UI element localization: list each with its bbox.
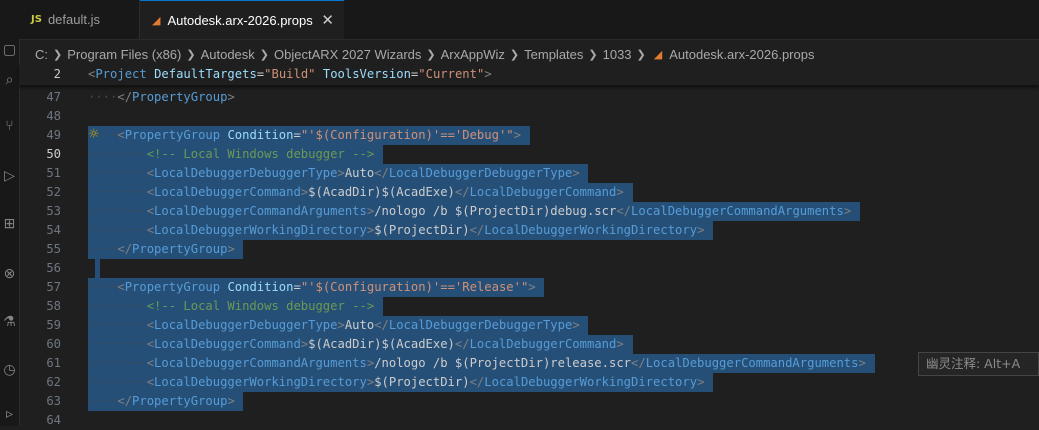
breadcrumb: C: ❯ Program Files (x86) ❯ Autodesk ❯ Objec…: [19, 43, 1039, 65]
code-line[interactable]: 57 ····<PropertyGroup Condition="'$(Confi…: [19, 278, 1039, 297]
tab-label: Autodesk.arx-2026.props: [167, 12, 313, 28]
docker-icon[interactable]: ▹: [2, 406, 17, 421]
code-line[interactable]: 60 ········<LocalDebuggerCommand>$(AcadDi…: [19, 335, 1039, 354]
breadcrumb-item[interactable]: ArxAppWiz: [441, 47, 505, 62]
chevron-right-icon: ❯: [588, 48, 598, 61]
code-line[interactable]: 52 ········<LocalDebuggerCommand>$(AcadDi…: [19, 183, 1039, 202]
code-text: ········<LocalDebuggerWorkingDirectory>$…: [88, 375, 705, 389]
code-line[interactable]: 63 ····</PropertyGroup>: [19, 392, 1039, 411]
line-number: 54: [46, 223, 61, 237]
chevron-right-icon: ❯: [259, 48, 269, 61]
line-number: 57: [46, 280, 61, 294]
xml-file-icon: ◢: [152, 14, 161, 27]
source-control-icon[interactable]: ⑂: [2, 118, 17, 133]
code-line[interactable]: 61 ········<LocalDebuggerCommandArguments…: [19, 354, 1039, 373]
line-number: 56: [46, 261, 61, 275]
breadcrumb-item[interactable]: Autodesk: [201, 47, 255, 62]
code-line[interactable]: 49 ····<PropertyGroup Condition="'$(Confi…: [19, 126, 1039, 145]
selection-highlight: [95, 259, 100, 278]
code-text: ····<PropertyGroup Condition="'$(Configu…: [88, 280, 536, 294]
code-line[interactable]: 58 ········<!-- Local Windows debugger --…: [19, 297, 1039, 316]
code-text: ········<!-- Local Windows debugger -->: [88, 299, 375, 313]
chevron-right-icon: ❯: [636, 48, 646, 61]
chevron-right-icon: ❯: [186, 48, 196, 61]
line-number: 63: [46, 394, 61, 408]
code-text: ········<LocalDebuggerCommandArguments>/…: [88, 356, 866, 370]
breadcrumb-item[interactable]: C:: [35, 47, 48, 62]
tab-bar: JS default.js ◢ Autodesk.arx-2026.props …: [19, 0, 1039, 40]
code-text: ····</PropertyGroup>: [88, 242, 235, 256]
line-number: 48: [46, 109, 61, 123]
code-text: ····<PropertyGroup Condition="'$(Configu…: [88, 128, 521, 142]
line-number: 64: [46, 413, 61, 427]
explorer-icon[interactable]: ▢: [2, 42, 17, 57]
chevron-right-icon: ❯: [426, 48, 436, 61]
code-text: ········<LocalDebuggerWorkingDirectory>$…: [88, 223, 705, 237]
timeline-icon[interactable]: ◷: [2, 362, 17, 377]
code-editor[interactable]: 47 ····</PropertyGroup> 48 49 ····<PropertyG…: [19, 88, 1039, 427]
line-number: 59: [46, 318, 61, 332]
code-text: ········<LocalDebuggerCommandArguments>/…: [88, 204, 852, 218]
breadcrumb-item[interactable]: Program Files (x86): [67, 47, 181, 62]
sticky-scroll-header[interactable]: 2 <Project DefaultTargets="Build" ToolsV…: [19, 65, 1039, 85]
code-line[interactable]: 50 ········<!-- Local Windows debugger --…: [19, 145, 1039, 164]
line-number: 61: [46, 356, 61, 370]
javascript-file-icon: JS: [31, 14, 42, 25]
code-line[interactable]: 64: [19, 411, 1039, 430]
close-icon[interactable]: ✕: [321, 11, 334, 29]
line-number: 51: [46, 166, 61, 180]
extensions-icon[interactable]: ⊞: [2, 216, 17, 231]
line-number: 52: [46, 185, 61, 199]
testing-icon[interactable]: ⚗: [2, 314, 17, 329]
code-line[interactable]: 56: [19, 259, 1039, 278]
tab-autodesk-props[interactable]: ◢ Autodesk.arx-2026.props ✕: [140, 0, 344, 39]
tab-default-js[interactable]: JS default.js: [19, 0, 140, 39]
search-icon[interactable]: ⌕: [2, 72, 17, 87]
line-number: 49: [46, 128, 61, 142]
line-number: 60: [46, 337, 61, 351]
code-text: <Project DefaultTargets="Build" ToolsVer…: [88, 67, 492, 81]
breadcrumb-item[interactable]: Autodesk.arx-2026.props: [669, 47, 814, 62]
run-debug-icon[interactable]: ▷: [2, 168, 17, 183]
code-line[interactable]: 62 ········<LocalDebuggerWorkingDirectory…: [19, 373, 1039, 392]
breadcrumb-item[interactable]: Templates: [524, 47, 583, 62]
chevron-right-icon: ❯: [509, 48, 520, 61]
inline-hint-tooltip: 幽灵注释: Alt+A: [918, 352, 1039, 376]
code-text: ········<LocalDebuggerDebuggerType>Auto<…: [88, 166, 580, 180]
code-text: ········<LocalDebuggerCommand>$(AcadDir)…: [88, 337, 624, 351]
line-number: 62: [46, 375, 61, 389]
code-text: ········<!-- Local Windows debugger -->: [88, 147, 375, 161]
code-text: ····</PropertyGroup>: [88, 394, 235, 408]
code-text: ····</PropertyGroup>: [88, 90, 235, 104]
line-number: 47: [46, 90, 61, 104]
line-number: 2: [53, 67, 61, 81]
activity-bar: ▢ ⌕ ⑂ ▷ ⊞ ⊗ ⚗ ◷ ▹: [0, 0, 20, 426]
code-line[interactable]: 54 ········<LocalDebuggerWorkingDirectory…: [19, 221, 1039, 240]
breadcrumb-item[interactable]: ObjectARX 2027 Wizards: [274, 47, 421, 62]
xml-file-icon: ◢: [653, 48, 663, 61]
lightbulb-icon[interactable]: ☼: [88, 127, 102, 143]
line-number: 50: [46, 147, 61, 161]
remote-icon[interactable]: ⊗: [2, 266, 17, 281]
code-text: ········<LocalDebuggerDebuggerType>Auto<…: [88, 318, 580, 332]
code-line[interactable]: 47 ····</PropertyGroup>: [19, 88, 1039, 107]
tab-label: default.js: [47, 12, 100, 27]
line-number: 53: [46, 204, 61, 218]
chevron-right-icon: ❯: [53, 48, 63, 61]
line-number: 58: [46, 299, 61, 313]
code-line[interactable]: 53 ········<LocalDebuggerCommandArguments…: [19, 202, 1039, 221]
code-line[interactable]: 51 ········<LocalDebuggerDebuggerType>Aut…: [19, 164, 1039, 183]
code-line[interactable]: 55 ····</PropertyGroup>: [19, 240, 1039, 259]
code-line[interactable]: 59 ········<LocalDebuggerDebuggerType>Aut…: [19, 316, 1039, 335]
code-line[interactable]: 48: [19, 107, 1039, 126]
breadcrumb-item[interactable]: 1033: [603, 47, 632, 62]
code-text: ········<LocalDebuggerCommand>$(AcadDir)…: [88, 185, 624, 199]
line-number: 55: [46, 242, 61, 256]
